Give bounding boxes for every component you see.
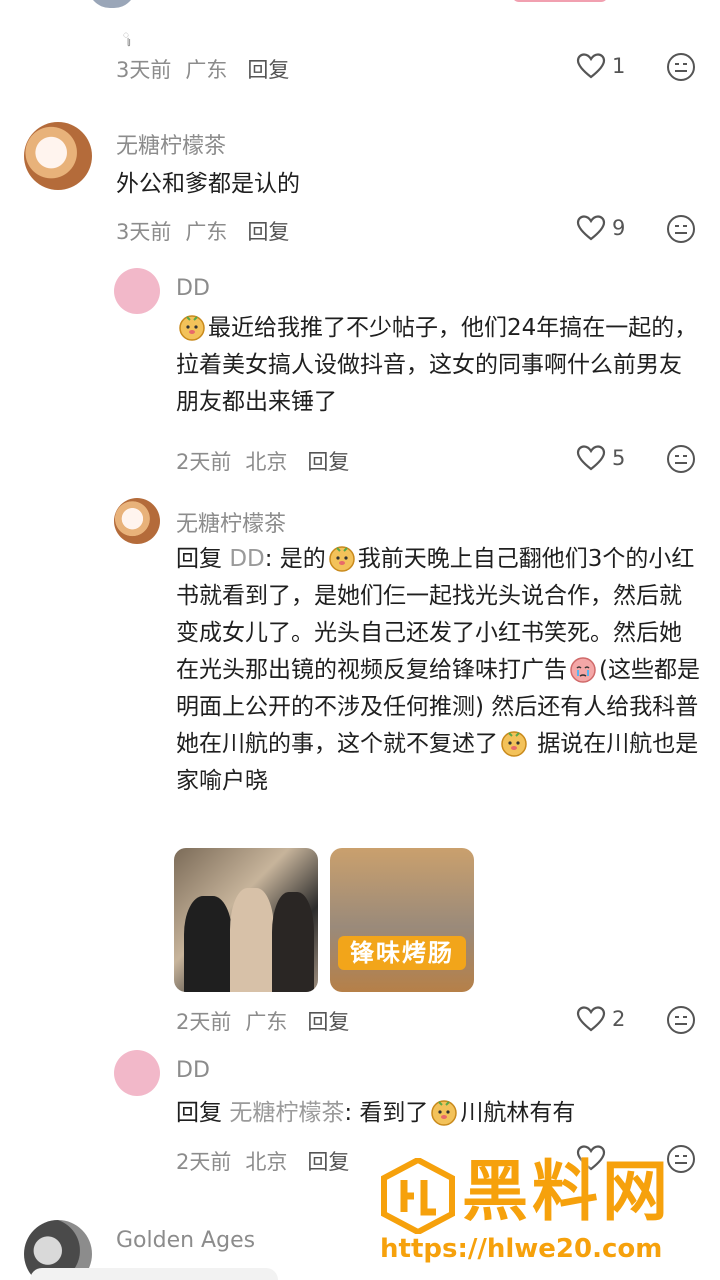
comment-meta: 3天前 广东 回复 [116, 216, 303, 246]
comment-text: 回复 DD: 是的 我前天晚上自己翻他们3个的小红书就看到了，是她们仨一起找光头说… [176, 541, 704, 800]
like-button[interactable]: 9 [576, 214, 625, 242]
dog-sticker-icon [430, 1098, 458, 1126]
comment-text-part: : 看到了 [344, 1100, 429, 1126]
watermark-url: https://hlwe20.com [380, 1234, 663, 1264]
comment-input-bar[interactable] [30, 1268, 278, 1280]
emoji-reaction-icon[interactable] [665, 443, 697, 475]
comment-image[interactable]: 锋味烤肠 [330, 848, 474, 992]
image-banner-text: 锋味烤肠 [338, 936, 466, 970]
location-label: 广东 [245, 1010, 288, 1034]
reply-prefix: 回复 [176, 546, 222, 572]
time-label: 2天前 [176, 1150, 232, 1174]
like-button[interactable]: 1 [576, 52, 625, 80]
avatar[interactable] [24, 122, 92, 190]
reply-target-name[interactable]: 无糖柠檬茶 [229, 1100, 344, 1126]
previous-comment-fragment: ꦸ [0, 0, 720, 41]
location-label: 北京 [245, 450, 288, 474]
comment-author[interactable]: DD [176, 1058, 210, 1083]
tiny-mark: ꦸ [123, 30, 129, 41]
emoji-reaction-icon[interactable] [665, 51, 697, 83]
like-count: 2 [612, 1007, 626, 1031]
reply-button[interactable]: 回复 [307, 1150, 349, 1174]
comment-text-part: 川航林有有 [460, 1100, 576, 1126]
heart-icon [576, 215, 606, 241]
comment-meta: 3天前 广东 回复 [116, 54, 303, 84]
heart-icon [576, 445, 606, 471]
like-count: 9 [612, 216, 626, 240]
heart-icon [576, 53, 606, 79]
avatar[interactable] [88, 0, 136, 8]
time-label: 3天前 [116, 58, 172, 82]
reply-button[interactable]: 回复 [307, 1010, 349, 1034]
location-label: 北京 [245, 1150, 288, 1174]
comment-images: 锋味烤肠 [174, 848, 474, 992]
follow-pill[interactable] [512, 0, 608, 2]
reply-button[interactable]: 回复 [247, 58, 289, 82]
reply-button[interactable]: 回复 [307, 450, 349, 474]
comment-meta: 2天前 广东 回复 [176, 1006, 363, 1036]
location-label: 广东 [185, 58, 228, 82]
watermark-title: 黑料网 [462, 1153, 672, 1230]
avatar[interactable] [114, 268, 160, 314]
comment-text: 外公和爹都是认的 [116, 171, 300, 197]
dog-sticker-icon [328, 544, 356, 572]
time-label: 3天前 [116, 220, 172, 244]
comment-author[interactable]: DD [176, 276, 210, 301]
emoji-reaction-icon[interactable] [665, 213, 697, 245]
comment-image[interactable] [174, 848, 318, 992]
like-button[interactable]: 5 [576, 444, 625, 472]
time-label: 2天前 [176, 450, 232, 474]
comment-text: 回复 无糖柠檬茶: 看到了 川航林有有 [176, 1095, 700, 1132]
dog-sticker-icon [178, 313, 206, 341]
emoji-reaction-icon[interactable] [665, 1004, 697, 1036]
watermark: 黑料网 https://hlwe20.com [374, 1152, 714, 1274]
like-count: 5 [612, 446, 626, 470]
comment-author[interactable]: 无糖柠檬茶 [176, 506, 286, 538]
crying-sticker-icon [569, 655, 597, 683]
time-label: 2天前 [176, 1010, 232, 1034]
comment-meta: 2天前 北京 回复 [176, 446, 363, 476]
location-label: 广东 [185, 220, 228, 244]
reply-target-name[interactable]: DD [229, 546, 264, 572]
avatar[interactable] [114, 498, 160, 544]
reply-prefix: 回复 [176, 1100, 222, 1126]
avatar[interactable] [114, 1050, 160, 1096]
comment-text-part: : 是的 [264, 546, 326, 572]
heart-icon [576, 1006, 606, 1032]
comment-author[interactable]: Golden Ages [116, 1228, 255, 1253]
reply-button[interactable]: 回复 [247, 220, 289, 244]
comment-author[interactable]: 无糖柠檬茶 [116, 128, 226, 160]
watermark-logo-icon [381, 1158, 455, 1234]
dog-sticker-icon [500, 729, 528, 757]
like-button[interactable]: 2 [576, 1005, 625, 1033]
comment-meta: 2天前 北京 回复 [176, 1146, 363, 1176]
comment-text-body: 最近给我推了不少帖子，他们24年搞在一起的，拉着美女搞人设做抖音，这女的同事啊什… [176, 315, 698, 415]
comment-text: 最近给我推了不少帖子，他们24年搞在一起的，拉着美女搞人设做抖音，这女的同事啊什… [176, 310, 700, 421]
like-count: 1 [612, 54, 626, 78]
